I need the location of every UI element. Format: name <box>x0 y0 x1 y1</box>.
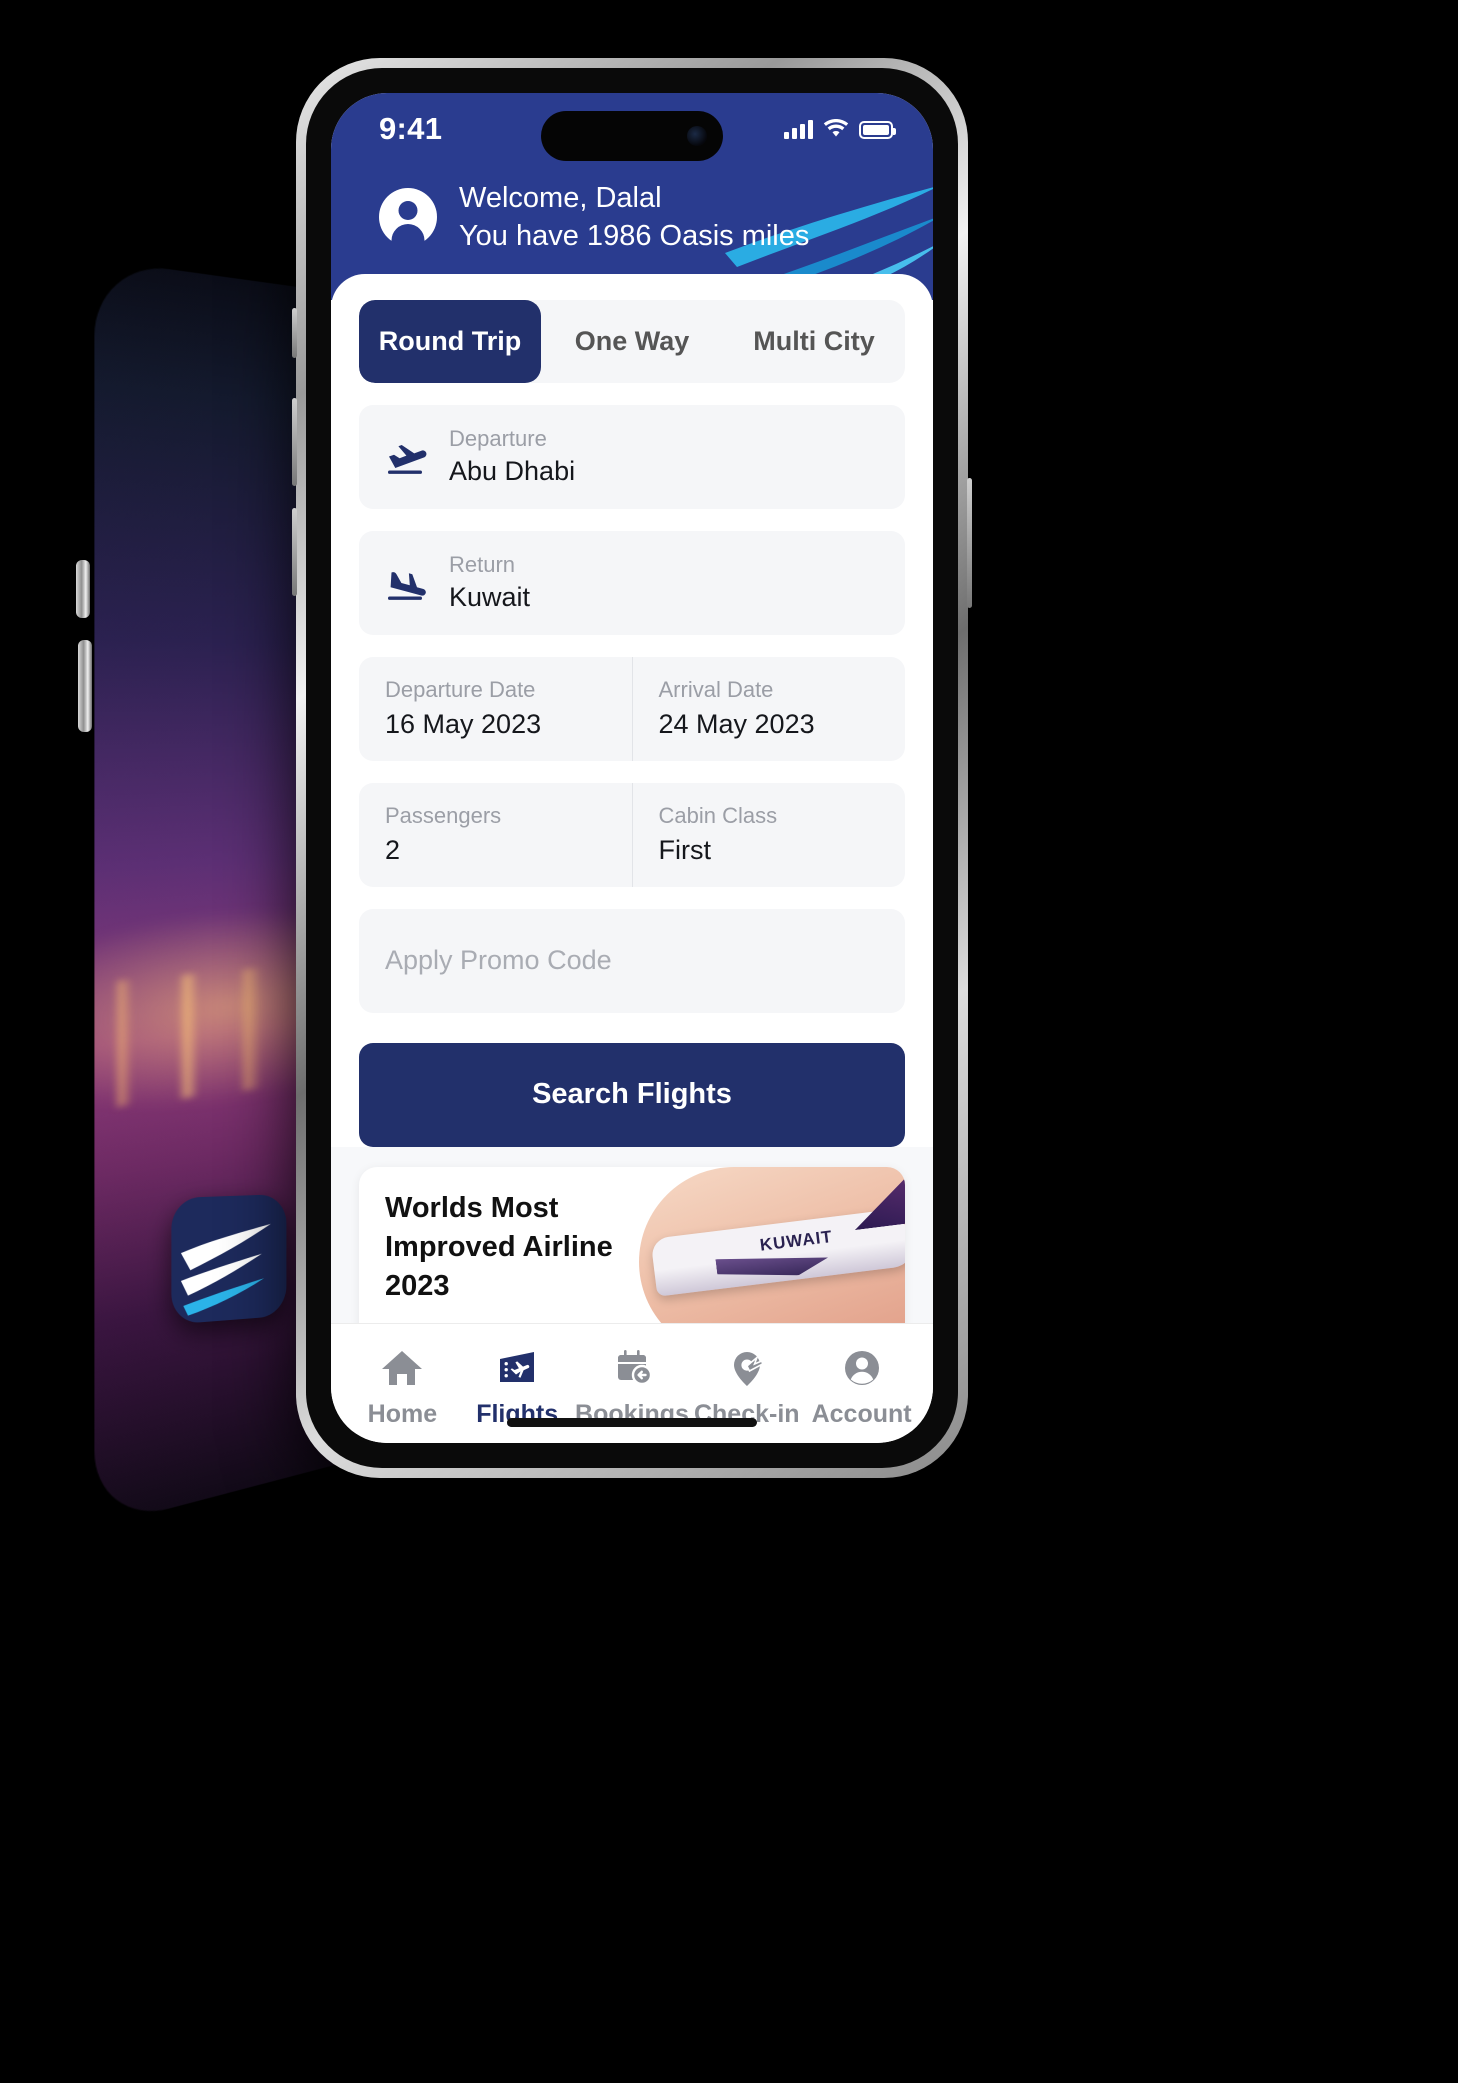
nav-item-check-in[interactable]: Check-in <box>689 1346 804 1429</box>
airplane-illustration: KUWAIT <box>650 1207 905 1297</box>
return-text: Return Kuwait <box>449 552 530 613</box>
cabin-class-field[interactable]: Cabin Class First <box>631 782 906 887</box>
return-field[interactable]: Return Kuwait <box>359 530 905 635</box>
home-icon <box>382 1351 423 1385</box>
return-value: Kuwait <box>449 582 531 613</box>
nav-item-flights[interactable]: Flights <box>460 1346 575 1429</box>
passengers-field[interactable]: Passengers 2 <box>359 783 632 887</box>
cabin-class-value: First <box>658 834 711 865</box>
phone-power-button <box>967 478 972 608</box>
rear-phone-volume-up-button <box>76 560 90 618</box>
dynamic-island <box>541 111 723 161</box>
account-circle-icon <box>844 1351 879 1385</box>
foreground-phone-frame: 9:41 Welcome, Dalal You have 1986 Oasis … <box>292 58 972 1478</box>
airplane-tail <box>849 1172 905 1229</box>
screenshot-stage: 9:41 Welcome, Dalal You have 1986 Oasis … <box>0 0 1458 2083</box>
arrival-date-value: 24 May 2023 <box>658 708 815 739</box>
passengers-value: 2 <box>385 834 401 865</box>
tab-multi-city[interactable]: Multi City <box>723 300 905 383</box>
phone-bezel: 9:41 Welcome, Dalal You have 1986 Oasis … <box>306 68 958 1468</box>
calendar-clock-icon <box>617 1350 653 1386</box>
cellular-signal-icon <box>784 119 813 139</box>
greeting-text: Welcome, Dalal <box>459 182 662 214</box>
trip-type-tabs: Round Trip One Way Multi City <box>359 299 905 383</box>
cabin-class-label: Cabin Class <box>658 802 778 828</box>
flight-land-icon <box>388 571 426 600</box>
phone-screen: 9:41 Welcome, Dalal You have 1986 Oasis … <box>331 93 933 1443</box>
nav-label-account: Account <box>811 1400 912 1428</box>
app-icon-bird-glyph <box>180 1223 271 1317</box>
arrival-date-field[interactable]: Arrival Date 24 May 2023 <box>631 656 906 761</box>
phone-mute-switch <box>292 308 297 358</box>
dates-row: Departure Date 16 May 2023 Arrival Date … <box>359 656 906 761</box>
nav-item-account[interactable]: Account <box>804 1346 919 1429</box>
tab-one-way[interactable]: One Way <box>541 300 723 383</box>
welcome-text: Welcome, Dalal You have 1986 Oasis miles <box>459 179 809 256</box>
departure-field[interactable]: Departure Abu Dhabi <box>359 404 905 509</box>
status-bar-indicators <box>784 119 896 139</box>
battery-full-icon <box>859 121 896 139</box>
nav-item-home[interactable]: Home <box>345 1346 460 1429</box>
passengers-label: Passengers <box>385 802 502 828</box>
airline-app-icon <box>171 1193 287 1325</box>
tab-round-trip[interactable]: Round Trip <box>359 299 541 383</box>
check-in-location-plane-icon <box>733 1352 764 1386</box>
miles-text: You have 1986 Oasis miles <box>459 220 810 253</box>
app-header: 9:41 Welcome, Dalal You have 1986 Oasis … <box>331 93 933 300</box>
phone-volume-down-button <box>292 508 297 596</box>
phone-volume-up-button <box>292 398 297 486</box>
rear-phone-volume-down-button <box>78 640 92 732</box>
nav-label-home: Home <box>367 1400 438 1428</box>
departure-date-field[interactable]: Departure Date 16 May 2023 <box>359 657 632 761</box>
promo-code-input[interactable]: Apply Promo Code <box>359 908 905 1013</box>
passengers-cabin-row: Passengers 2 Cabin Class First <box>359 782 906 887</box>
departure-text: Departure Abu Dhabi <box>449 426 575 487</box>
home-indicator[interactable] <box>507 1418 757 1427</box>
departure-value: Abu Dhabi <box>449 456 576 487</box>
wifi-icon <box>823 119 849 137</box>
arrival-date-label: Arrival Date <box>658 676 774 702</box>
front-camera-icon <box>687 126 707 146</box>
return-label: Return <box>449 552 516 578</box>
departure-date-label: Departure Date <box>385 676 536 702</box>
departure-label: Departure <box>449 426 547 452</box>
flight-ticket-icon <box>500 1352 535 1382</box>
search-flights-button[interactable]: Search Flights <box>359 1042 905 1147</box>
airplane-livery-text: KUWAIT <box>758 1226 834 1255</box>
status-bar: 9:41 <box>331 93 933 165</box>
departure-date-value: 16 May 2023 <box>385 708 542 739</box>
status-bar-clock: 9:41 <box>379 111 443 146</box>
search-panel: Round Trip One Way Multi City Departure … <box>331 273 933 1147</box>
user-avatar-icon[interactable] <box>379 188 437 247</box>
nav-item-bookings[interactable]: Bookings <box>575 1346 690 1429</box>
flight-takeoff-icon <box>388 444 427 474</box>
